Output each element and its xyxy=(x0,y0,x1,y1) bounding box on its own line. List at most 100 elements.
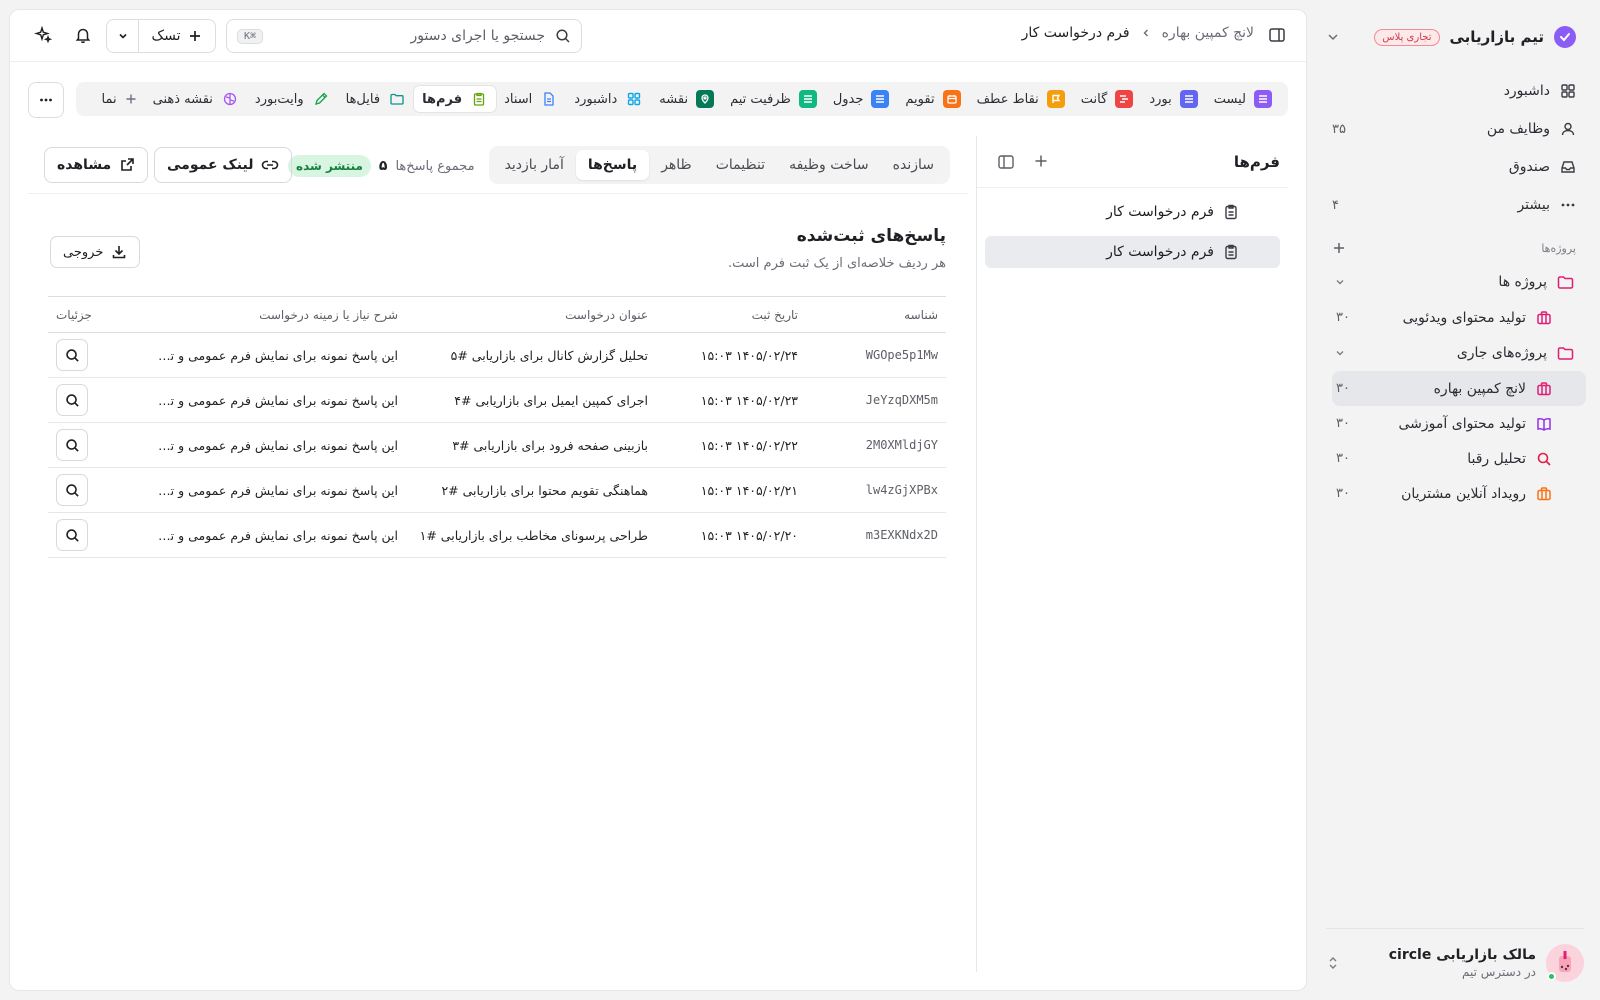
view-tab-docs[interactable]: اسناد xyxy=(496,86,566,112)
view-tab-files[interactable]: فایل‌ها xyxy=(338,86,414,112)
plus-icon xyxy=(125,93,137,105)
view-details-button[interactable] xyxy=(56,429,88,461)
responses-table: شناسه تاریخ ثبت عنوان درخواست شرح نیاز ی… xyxy=(48,296,946,558)
project-competitor-analysis[interactable]: تحلیل رقبا ۳۰ xyxy=(1332,441,1586,476)
view-tab-list[interactable]: لیست xyxy=(1206,86,1280,112)
view-tab-label: اسناد xyxy=(504,91,533,107)
table-row[interactable]: 2M0XMldjGY ۱۴۰۵/۰۲/۲۲ ۱۵:۰۳ بازبینی صفحه… xyxy=(48,422,946,468)
table-row[interactable]: WGOpe5p1Mw ۱۴۰۵/۰۲/۲۴ ۱۵:۰۳ تحلیل گزارش … xyxy=(48,332,946,378)
chevron-down-icon[interactable] xyxy=(1332,276,1346,288)
project-educational-content[interactable]: تولید محتوای آموزشی ۳۰ xyxy=(1332,406,1586,441)
chevron-down-icon[interactable] xyxy=(1332,347,1346,359)
view-details-button[interactable] xyxy=(56,519,88,551)
cell-title: اجرای کمپین ایمیل برای بازاریابی #۴ xyxy=(406,377,656,423)
form-tabs: سازنده ساخت وظیفه تنظیمات ظاهر پاسخ‌ها آ… xyxy=(488,146,950,184)
cell-title: تحلیل گزارش کانال برای بازاریابی #۵ xyxy=(406,332,656,378)
view-tab-milestones[interactable]: نقاط عطف xyxy=(969,86,1073,112)
breadcrumb-parent[interactable]: لانچ کمپین بهاره xyxy=(1162,25,1254,41)
view-details-button[interactable] xyxy=(56,474,88,506)
forms-list-title: فرم‌ها xyxy=(1233,152,1280,171)
project-video-content[interactable]: تولید محتوای ویدئویی ۳۰ xyxy=(1332,300,1586,335)
form-content: سازنده ساخت وظیفه تنظیمات ظاهر پاسخ‌ها آ… xyxy=(28,136,968,972)
project-online-event[interactable]: رویداد آنلاین مشتریان ۳۰ xyxy=(1332,476,1586,511)
project-label: تولید محتوای ویدئویی xyxy=(1402,309,1526,326)
team-logo-icon xyxy=(1554,26,1576,48)
view-tab-gantt[interactable]: گانت xyxy=(1073,86,1142,112)
tab-settings[interactable]: تنظیمات xyxy=(704,150,777,180)
view-tab-table[interactable]: جدول xyxy=(825,86,898,112)
folder-icon xyxy=(388,90,406,108)
form-item-label: فرم درخواست کار xyxy=(1106,204,1214,220)
table-row[interactable]: lw4zGjXPBx ۱۴۰۵/۰۲/۲۱ ۱۵:۰۳ هماهنگی تقوی… xyxy=(48,467,946,513)
search-input[interactable]: جستجو یا اجرای دستور ⌘K xyxy=(226,19,582,53)
link-icon xyxy=(261,159,279,171)
table-row[interactable]: JeYzqDXM5m ۱۴۰۵/۰۲/۲۳ ۱۵:۰۳ اجرای کمپین … xyxy=(48,377,946,423)
sparkle-ai-icon[interactable] xyxy=(34,26,52,44)
sidebar-item-count: ۴ xyxy=(1332,197,1339,213)
public-link-button[interactable]: لینک عمومی xyxy=(154,147,293,183)
table-row[interactable]: m3EXKNdx2D ۱۴۰۵/۰۲/۲۰ ۱۵:۰۳ طراحی پرسونا… xyxy=(48,512,946,558)
sidebar-item-my-tasks[interactable]: وظایف من ۳۵ xyxy=(1332,110,1576,148)
view-tab-label: جدول xyxy=(832,91,864,107)
online-status-indicator xyxy=(1547,971,1556,981)
folder-projects[interactable]: پروژه ها xyxy=(1332,264,1586,300)
form-list-item[interactable]: فرم درخواست کار xyxy=(985,196,1280,228)
sidebar-item-more[interactable]: بیشتر ۴ xyxy=(1332,186,1576,224)
folder-icon xyxy=(1557,275,1574,290)
add-form-icon[interactable] xyxy=(1033,153,1049,171)
view-tab-label: فرم‌ها xyxy=(422,91,463,107)
new-task-dropdown[interactable] xyxy=(107,20,139,52)
form-list-item[interactable]: فرم درخواست کار xyxy=(985,236,1280,268)
view-tab-forms[interactable]: فرم‌ها xyxy=(414,86,497,112)
tab-appearance[interactable]: ظاهر xyxy=(649,150,704,180)
brain-icon xyxy=(221,90,239,108)
forms-list-actions xyxy=(997,153,1049,171)
tab-task-creation[interactable]: ساخت وظیفه xyxy=(777,150,881,180)
new-task-button[interactable]: تسک xyxy=(139,20,215,52)
add-view-tab[interactable]: نما xyxy=(94,86,145,112)
cell-details xyxy=(48,377,104,423)
folder-icon xyxy=(1557,346,1574,361)
cell-description-text: این پاسخ نمونه برای نمایش فرم عمومی و تب… xyxy=(158,438,398,453)
status-badge: منتشر شده xyxy=(288,155,371,177)
view-tab-calendar[interactable]: تقویم xyxy=(897,86,968,112)
bell-icon[interactable] xyxy=(74,26,92,44)
view-tab-dashboard[interactable]: داشبورد xyxy=(566,86,651,112)
user-menu[interactable]: مالک بازاریابی circle در دسترس تیم xyxy=(1326,928,1584,988)
view-details-button[interactable] xyxy=(56,384,88,416)
view-details-button[interactable] xyxy=(56,339,88,371)
briefcase-icon xyxy=(1536,310,1552,326)
team-switcher[interactable]: تیم بازاریابی تجاری پلاس xyxy=(1326,18,1576,56)
tab-visit-stats[interactable]: آمار بازدید xyxy=(493,150,576,180)
sidebar-toggle-icon[interactable] xyxy=(1268,26,1286,44)
cell-details xyxy=(48,467,104,513)
view-tab-capacity[interactable]: ظرفیت تیم xyxy=(722,86,825,112)
more-options-button[interactable] xyxy=(28,82,64,118)
chevron-down-icon[interactable] xyxy=(1326,30,1340,44)
projects-section-header: پروژه‌ها xyxy=(1332,236,1576,260)
view-tab-mindmap[interactable]: نقشه ذهنی xyxy=(145,86,247,112)
capacity-icon xyxy=(798,90,817,108)
sidebar-item-inbox[interactable]: صندوق xyxy=(1332,148,1576,186)
view-tab-map[interactable]: نقشه xyxy=(651,86,722,112)
export-button[interactable]: خروجی xyxy=(50,236,141,268)
table-icon xyxy=(871,90,890,108)
project-label: لانچ کمپین بهاره xyxy=(1433,380,1526,397)
folder-current-projects[interactable]: پروژه‌های جاری xyxy=(1332,335,1586,371)
tab-responses[interactable]: پاسخ‌ها xyxy=(575,150,650,180)
view-form-button[interactable]: مشاهده xyxy=(44,147,149,183)
project-spring-campaign[interactable]: لانچ کمپین بهاره ۳۰ xyxy=(1332,371,1586,406)
view-tab-label: وایت‌بورد xyxy=(254,91,304,107)
clipboard-icon xyxy=(1224,244,1238,260)
view-form-label: مشاهده xyxy=(57,157,112,173)
tab-builder[interactable]: سازنده xyxy=(881,150,946,180)
search-icon xyxy=(555,28,571,44)
add-project-icon[interactable] xyxy=(1332,241,1346,255)
view-tab-whiteboard[interactable]: وایت‌بورد xyxy=(247,86,338,112)
list-icon xyxy=(1254,90,1272,108)
view-tab-board[interactable]: بورد xyxy=(1141,86,1205,112)
sidebar-item-dashboard[interactable]: داشبورد xyxy=(1332,72,1576,110)
panel-collapse-icon[interactable] xyxy=(997,153,1015,171)
user-icon xyxy=(1560,121,1576,137)
chevron-up-down-icon[interactable] xyxy=(1326,955,1340,971)
